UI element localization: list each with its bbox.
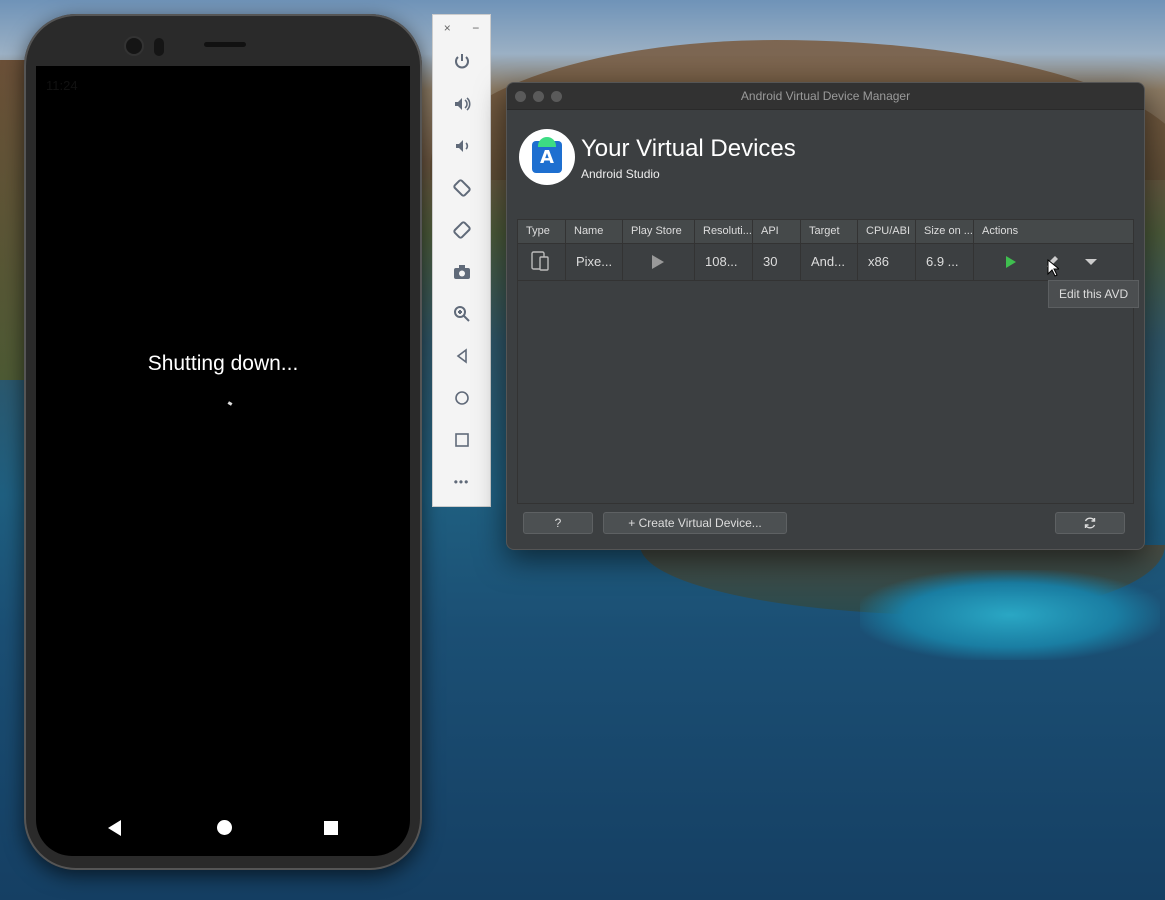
background-bay [860,570,1160,660]
page-title: Your Virtual Devices [581,135,796,162]
overview-button[interactable] [433,419,490,461]
play-store-icon [652,255,664,269]
more-actions-chevron-down-icon[interactable] [1085,259,1097,265]
column-header-type[interactable]: Type [518,220,566,243]
nav-home-icon[interactable] [217,820,232,835]
column-header-actions[interactable]: Actions [974,220,1133,243]
device-cpu-abi: x86 [858,244,916,280]
camera-icon [453,265,470,279]
device-size: 6.9 ... [916,244,974,280]
back-triangle-icon [456,348,467,364]
refresh-button[interactable] [1055,512,1125,534]
device-name: Pixe... [566,244,623,280]
android-nav-bar [36,816,410,846]
screenshot-button[interactable] [433,251,490,293]
zoom-button[interactable] [433,293,490,335]
zoom-icon [453,306,470,322]
create-virtual-device-button[interactable]: + Create Virtual Device... [603,512,787,534]
home-button[interactable] [433,377,490,419]
column-header-cpu-abi[interactable]: CPU/ABI [858,220,916,243]
power-icon [454,54,469,69]
earpiece-speaker [204,42,246,47]
column-header-target[interactable]: Target [801,220,858,243]
device-api: 30 [753,244,801,280]
help-button[interactable]: ? [523,512,593,534]
front-camera-icon [126,38,142,54]
sensor-icon [154,38,164,56]
column-header-resolution[interactable]: Resoluti... [695,220,753,243]
emulator-toolbar: × − ••• [432,14,491,507]
overview-square-icon [454,433,469,447]
refresh-icon [1084,517,1096,529]
minimize-icon[interactable]: − [472,21,479,35]
column-header-name[interactable]: Name [566,220,623,243]
mouse-cursor-icon [1047,259,1059,277]
rotate-left-icon [452,179,471,197]
column-header-play-store[interactable]: Play Store [623,220,695,243]
window-titlebar[interactable]: Android Virtual Device Manager [507,83,1144,110]
nav-back-icon[interactable] [108,820,121,836]
page-subtitle: Android Studio [581,167,660,181]
volume-down-icon [455,140,468,152]
rotate-left-button[interactable] [433,167,490,209]
window-title: Android Virtual Device Manager [740,89,911,103]
shutdown-message: Shutting down... [147,352,299,375]
column-header-size[interactable]: Size on ... [916,220,974,243]
table-header: Type Name Play Store Resoluti... API Tar… [518,220,1133,244]
virtual-devices-table: Type Name Play Store Resoluti... API Tar… [517,219,1134,504]
edit-avd-tooltip: Edit this AVD [1048,280,1140,308]
home-circle-icon [454,391,469,405]
status-bar-time: 11:24 [46,78,78,93]
phone-tablet-icon [531,251,549,271]
android-studio-logo-icon: A [519,129,575,185]
volume-up-button[interactable] [433,83,490,125]
emulator-phone-frame: 11:24 Shutting down... [24,14,422,870]
power-button[interactable] [433,41,490,83]
extended-controls-button[interactable]: ••• [433,461,490,503]
volume-up-icon [454,97,471,111]
rotate-right-button[interactable] [433,209,490,251]
back-button[interactable] [433,335,490,377]
emulator-screen[interactable]: 11:24 Shutting down... [36,66,410,856]
nav-recents-icon[interactable] [324,821,338,835]
table-row[interactable]: Pixe... 108... 30 And... x86 6.9 ... [518,244,1133,281]
device-target: And... [801,244,858,280]
volume-down-button[interactable] [433,125,490,167]
column-header-api[interactable]: API [753,220,801,243]
avd-manager-window: Android Virtual Device Manager A Your Vi… [506,82,1145,550]
rotate-right-icon [452,221,471,239]
device-resolution: 108... [695,244,753,280]
progress-spinner-icon [227,401,233,406]
close-icon[interactable]: × [444,21,451,35]
launch-avd-play-icon[interactable] [1006,256,1016,268]
